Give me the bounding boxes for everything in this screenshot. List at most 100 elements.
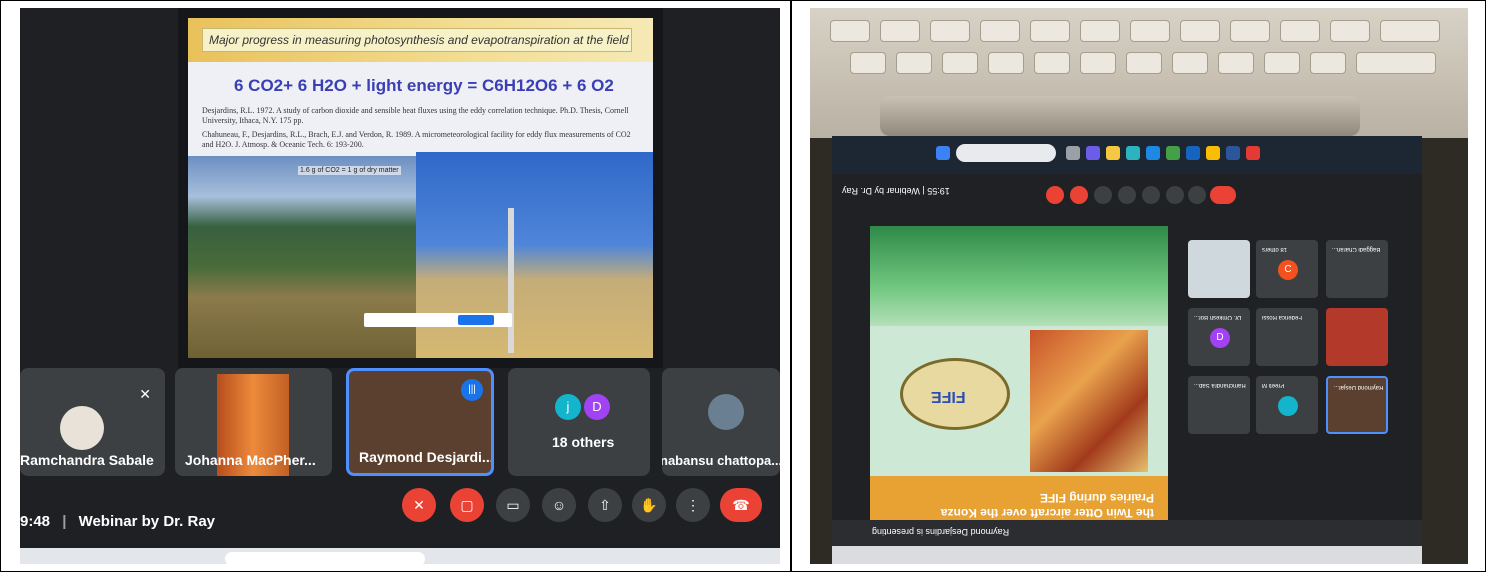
participant-tile[interactable]: Baggadi Charan...: [1326, 240, 1388, 298]
flux-tower-photo: [416, 152, 653, 358]
keyboard-key: [1218, 52, 1254, 74]
participant-name: Raymond Desjar...: [1334, 384, 1384, 390]
participant-name: Federica Rossi: [1262, 314, 1303, 320]
title-separator: |: [62, 513, 67, 530]
more-options-button[interactable]: ⋮: [676, 488, 710, 522]
camera-toggle-button[interactable]: [1070, 186, 1088, 204]
keyboard-key: [1126, 52, 1162, 74]
stop-sharing-button[interactable]: [458, 315, 494, 325]
laptop-hinge: [880, 96, 1360, 136]
keyboard-key: [988, 52, 1024, 74]
keyboard-key: [896, 52, 932, 74]
avatar: j: [555, 394, 581, 420]
shared-slide: Major progress in measuring photosynthes…: [188, 18, 653, 358]
slide-title: Major progress in measuring photosynthes…: [202, 28, 632, 52]
mic-toggle-button[interactable]: [1046, 186, 1064, 204]
leave-call-button[interactable]: ☎: [720, 488, 762, 522]
keyboard-key: [980, 20, 1020, 42]
edge-icon: [1126, 146, 1140, 160]
keyboard-key: [1310, 52, 1346, 74]
reference-2: Chahuneau, F., Desjardins, R.L., Brach, …: [202, 130, 631, 149]
keyboard-key: [1230, 20, 1270, 42]
photosynthesis-equation: 6 CO2+ 6 H2O + light energy = C6H12O6 + …: [234, 76, 614, 95]
tower-graphic: [508, 208, 514, 353]
app-icon: [1186, 146, 1200, 160]
participant-tile[interactable]: ✕ Ramchandra Sabale: [20, 368, 165, 476]
participant-tile-active-speaker[interactable]: ||| Raymond Desjardi...: [346, 368, 494, 476]
presenting-label: Raymond Desjardins is presenting: [872, 527, 1010, 537]
keyboard-key: [1130, 20, 1170, 42]
avatar: D: [584, 394, 610, 420]
keyboard-key: [1034, 52, 1070, 74]
app-icon: [1086, 146, 1100, 160]
keyboard-key: [942, 52, 978, 74]
participant-name: Ramchandra Sabale: [20, 452, 154, 468]
keyboard-key: [1356, 52, 1436, 74]
participant-tile[interactable]: [1326, 308, 1388, 366]
keyboard-key: [1380, 20, 1440, 42]
word-icon: [1226, 146, 1240, 160]
emoji-button[interactable]: ☺: [542, 488, 576, 522]
slide-header: Major progress in measuring photosynthes…: [188, 18, 653, 62]
audio-level-icon: |||: [461, 379, 483, 401]
others-tile[interactable]: j D 18 others: [508, 368, 650, 476]
participant-name: Raymond Desjardi...: [359, 449, 494, 465]
flux-map: [1030, 330, 1148, 472]
raise-hand-button[interactable]: ✋: [632, 488, 666, 522]
avatar: C: [1278, 260, 1298, 280]
keyboard-key: [1280, 20, 1320, 42]
raise-hand-button[interactable]: [1166, 186, 1184, 204]
leave-call-button[interactable]: [1210, 186, 1236, 204]
participant-name: Preeti M: [1262, 382, 1285, 388]
captions-button[interactable]: ▭: [496, 488, 530, 522]
others-tile[interactable]: C 18 others: [1256, 240, 1318, 298]
keyboard-key: [930, 20, 970, 42]
participant-tile[interactable]: Federica Rossi: [1256, 308, 1318, 366]
captions-button[interactable]: [1094, 186, 1112, 204]
taskbar-search[interactable]: [956, 144, 1056, 162]
participant-name: nabansu chattopa...: [662, 453, 780, 468]
field-tower-photo: [188, 156, 416, 358]
time-label: 9:48: [20, 513, 51, 530]
participant-tile[interactable]: nabansu chattopa...: [662, 368, 780, 476]
frame-divider: [790, 0, 792, 572]
mic-toggle-button[interactable]: ✕: [402, 488, 436, 522]
keyboard-key: [1330, 20, 1370, 42]
participant-tile[interactable]: Johanna MacPher...: [175, 368, 332, 476]
others-count: 18 others: [552, 434, 615, 450]
camera-toggle-button[interactable]: ▢: [450, 488, 484, 522]
present-button[interactable]: ⇧: [588, 488, 622, 522]
meeting-clock: 9:48 | Webinar by Dr. Ray: [20, 513, 215, 530]
chrome-icon: [1206, 146, 1220, 160]
app-icon: [1166, 146, 1180, 160]
fife-logo: FIFE: [900, 358, 1010, 430]
app-icon: [1146, 146, 1160, 160]
keyboard-key: [1030, 20, 1070, 42]
keyboard-key: [830, 20, 870, 42]
meeting-title: 19:55 | Webinar by Dr. Ray: [842, 186, 950, 196]
fife-logo-text: FIFE: [931, 388, 966, 405]
others-count: 18 others: [1262, 246, 1288, 252]
keyboard-key: [1172, 52, 1208, 74]
laptop-screen: 19:55 | Webinar by Dr. Ray FIFE Measurem…: [832, 136, 1422, 564]
participant-tile[interactable]: D Dr. Omkesh Bor...: [1188, 308, 1250, 366]
emoji-button[interactable]: [1118, 186, 1136, 204]
keyboard-key: [850, 52, 886, 74]
mic-off-icon: ✕: [139, 386, 151, 402]
keyboard-key: [1180, 20, 1220, 42]
keyboard-key: [1080, 52, 1116, 74]
app-icon: [1246, 146, 1260, 160]
participant-tile[interactable]: Preeti M: [1256, 376, 1318, 434]
keyboard-key: [1264, 52, 1300, 74]
taskbar-search[interactable]: [225, 552, 425, 564]
shared-slide: FIFE Measurements of evapotranspiration …: [870, 226, 1168, 538]
participant-tile[interactable]: [1188, 240, 1250, 298]
keyboard-key: [1080, 20, 1120, 42]
participant-tile[interactable]: Ramchandra Sab...: [1188, 376, 1250, 434]
keyboard-key: [880, 20, 920, 42]
laptop-photo: 19:55 | Webinar by Dr. Ray FIFE Measurem…: [810, 8, 1468, 564]
present-button[interactable]: [1142, 186, 1160, 204]
participant-name: Ramchandra Sab...: [1194, 382, 1246, 388]
more-options-button[interactable]: [1188, 186, 1206, 204]
participant-tile-active-speaker[interactable]: Raymond Desjar...: [1326, 376, 1388, 434]
